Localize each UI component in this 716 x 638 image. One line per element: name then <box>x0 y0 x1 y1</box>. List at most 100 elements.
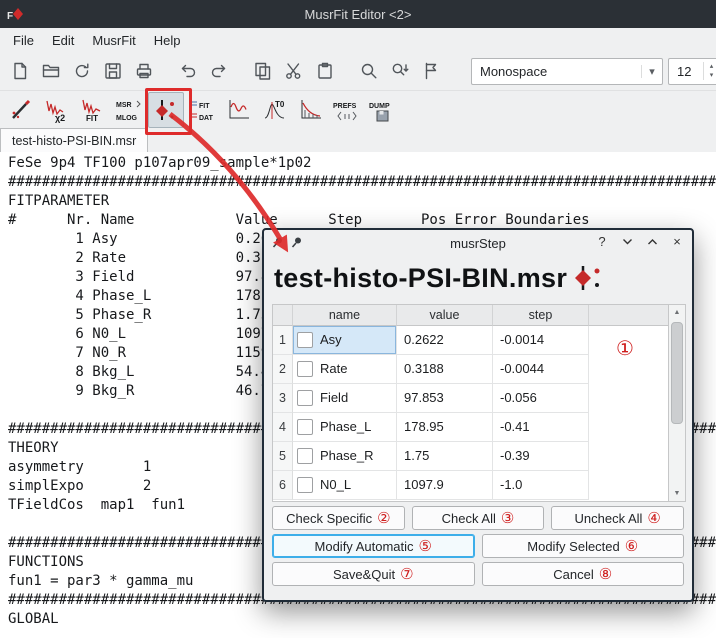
param-value-cell[interactable]: 0.3188 <box>397 355 493 384</box>
param-step-cell[interactable]: -0.0044 <box>493 355 589 384</box>
row-number[interactable]: 1 <box>273 326 293 355</box>
pin-icon[interactable] <box>271 236 284 249</box>
paste-button[interactable] <box>309 56 340 87</box>
param-name-cell[interactable]: Phase_L <box>293 413 397 442</box>
print-icon <box>134 61 154 81</box>
prefs-button[interactable]: PREFS <box>330 93 364 127</box>
dialog-shade-button[interactable] <box>620 234 634 249</box>
scrollbar-thumb[interactable] <box>671 322 683 424</box>
new-file-icon <box>10 61 30 81</box>
param-value-cell[interactable]: 178.95 <box>397 413 493 442</box>
window-titlebar[interactable]: F MusrFit Editor <2> <box>0 0 716 28</box>
find-button[interactable] <box>353 56 384 87</box>
param-step-cell[interactable]: -0.056 <box>493 384 589 413</box>
cut-icon <box>284 61 304 81</box>
open-file-button[interactable] <box>35 56 66 87</box>
param-step-cell[interactable]: -1.0 <box>493 471 589 500</box>
undo-button[interactable] <box>172 56 203 87</box>
tab-test-histo-psi-bin[interactable]: test-histo-PSI-BIN.msr <box>0 128 148 152</box>
save-button[interactable] <box>97 56 128 87</box>
new-file-button[interactable] <box>4 56 35 87</box>
row-checkbox[interactable] <box>297 477 313 493</box>
param-value-cell[interactable]: 97.853 <box>397 384 493 413</box>
dialog-help-button[interactable]: ? <box>595 234 609 249</box>
annotation-circle-1: ① <box>616 336 634 361</box>
dialog-pins <box>271 236 303 249</box>
musrfit-toolbar: χ2 FIT MSR MLOG FIT DAT <box>0 90 716 129</box>
row-number[interactable]: 2 <box>273 355 293 384</box>
font-family-combo[interactable]: Monospace ▾ <box>471 58 663 85</box>
musrfit-chisq-button[interactable]: χ2 <box>40 93 74 127</box>
param-step-cell[interactable]: -0.0014 <box>493 326 589 355</box>
save-quit-button[interactable]: Save&Quit ⑦ <box>272 562 475 586</box>
scrollbar-track[interactable] <box>669 320 685 486</box>
param-value-cell[interactable]: 0.2622 <box>397 326 493 355</box>
uncheck-all-button[interactable]: Uncheck All ④ <box>551 506 684 530</box>
modify-selected-button[interactable]: Modify Selected ⑥ <box>482 534 685 558</box>
copy-icon <box>253 61 273 81</box>
table-scrollbar[interactable]: ▲ ▼ <box>668 305 685 501</box>
msr-mlog-icon: MSR MLOG <box>115 97 143 123</box>
row-number[interactable]: 3 <box>273 384 293 413</box>
dialog-titlebar[interactable]: musrStep ? × <box>264 230 692 256</box>
goto-line-button[interactable] <box>415 56 446 87</box>
menu-musrfit[interactable]: MusrFit <box>83 30 144 51</box>
row-number[interactable]: 4 <box>273 413 293 442</box>
row-number[interactable]: 6 <box>273 471 293 500</box>
menu-edit[interactable]: Edit <box>43 30 83 51</box>
modify-automatic-button[interactable]: Modify Automatic ⑤ <box>272 534 475 558</box>
menu-file[interactable]: File <box>4 30 43 51</box>
param-step-cell[interactable]: -0.39 <box>493 442 589 471</box>
row-checkbox[interactable] <box>297 332 313 348</box>
musrfit-fit-button[interactable]: FIT <box>76 93 110 127</box>
param-value-cell[interactable]: 1.75 <box>397 442 493 471</box>
row-checkbox[interactable] <box>297 448 313 464</box>
check-specific-button[interactable]: Check Specific ② <box>272 506 405 530</box>
flag-icon <box>421 61 441 81</box>
musrview-button[interactable] <box>222 93 256 127</box>
msr2mlog-button[interactable]: MSR MLOG <box>112 93 146 127</box>
print-button[interactable] <box>128 56 159 87</box>
dump-button[interactable]: DUMP <box>366 93 400 127</box>
find-next-button[interactable] <box>384 56 415 87</box>
menu-help[interactable]: Help <box>145 30 190 51</box>
column-header-value[interactable]: value <box>397 305 493 326</box>
paste-icon <box>315 61 335 81</box>
param-value-cell[interactable]: 1097.9 <box>397 471 493 500</box>
param-name-cell[interactable]: N0_L <box>293 471 397 500</box>
column-header-step[interactable]: step <box>493 305 589 326</box>
font-size-spinbox[interactable]: 12 ▴▾ <box>668 58 716 85</box>
param-step-cell[interactable]: -0.41 <box>493 413 589 442</box>
pin-icon[interactable] <box>290 236 303 249</box>
msr-filename-heading: test-histo-PSI-BIN.msr <box>274 263 567 294</box>
copy-button[interactable] <box>247 56 278 87</box>
cut-button[interactable] <box>278 56 309 87</box>
row-checkbox[interactable] <box>297 361 313 377</box>
scroll-up-button[interactable]: ▲ <box>669 305 685 320</box>
annotation-highlight-box <box>145 88 192 135</box>
plot-decay-icon <box>298 97 324 123</box>
param-name-cell[interactable]: Field <box>293 384 397 413</box>
dialog-unshade-button[interactable] <box>645 234 659 249</box>
reload-button[interactable] <box>66 56 97 87</box>
table-row: 1 Asy 0.2622 -0.0014 <box>273 326 668 355</box>
raw-plot-button[interactable] <box>294 93 328 127</box>
chevron-down-icon <box>622 238 633 246</box>
param-name-cell[interactable]: Phase_R <box>293 442 397 471</box>
column-header-name[interactable]: name <box>293 305 397 326</box>
redo-button[interactable] <box>203 56 234 87</box>
param-name-cell[interactable]: Rate <box>293 355 397 384</box>
row-checkbox[interactable] <box>297 419 313 435</box>
cancel-button[interactable]: Cancel ⑧ <box>482 562 685 586</box>
param-name: Phase_R <box>320 442 373 470</box>
scroll-down-button[interactable]: ▼ <box>669 486 685 501</box>
cancel-label: Cancel <box>553 567 593 582</box>
check-all-button[interactable]: Check All ③ <box>412 506 545 530</box>
t0-button[interactable]: T0 <box>258 93 292 127</box>
param-name-cell[interactable]: Asy <box>293 326 397 355</box>
dialog-close-button[interactable]: × <box>670 234 684 249</box>
row-checkbox[interactable] <box>297 390 313 406</box>
spinbox-arrows[interactable]: ▴▾ <box>703 62 716 80</box>
msr-wizard-button[interactable] <box>4 93 38 127</box>
row-number[interactable]: 5 <box>273 442 293 471</box>
